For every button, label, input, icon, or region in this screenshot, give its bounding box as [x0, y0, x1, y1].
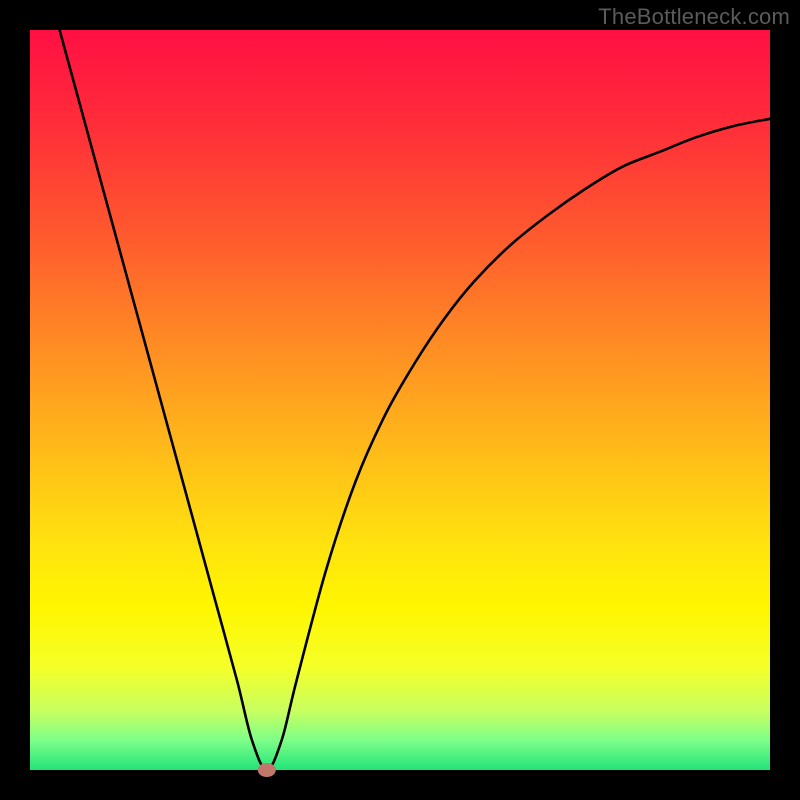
watermark-text: TheBottleneck.com: [598, 4, 790, 30]
chart-container: TheBottleneck.com: [0, 0, 800, 800]
optimal-point-marker: [258, 763, 276, 777]
plot-background: [30, 30, 770, 770]
chart-svg: [0, 0, 800, 800]
